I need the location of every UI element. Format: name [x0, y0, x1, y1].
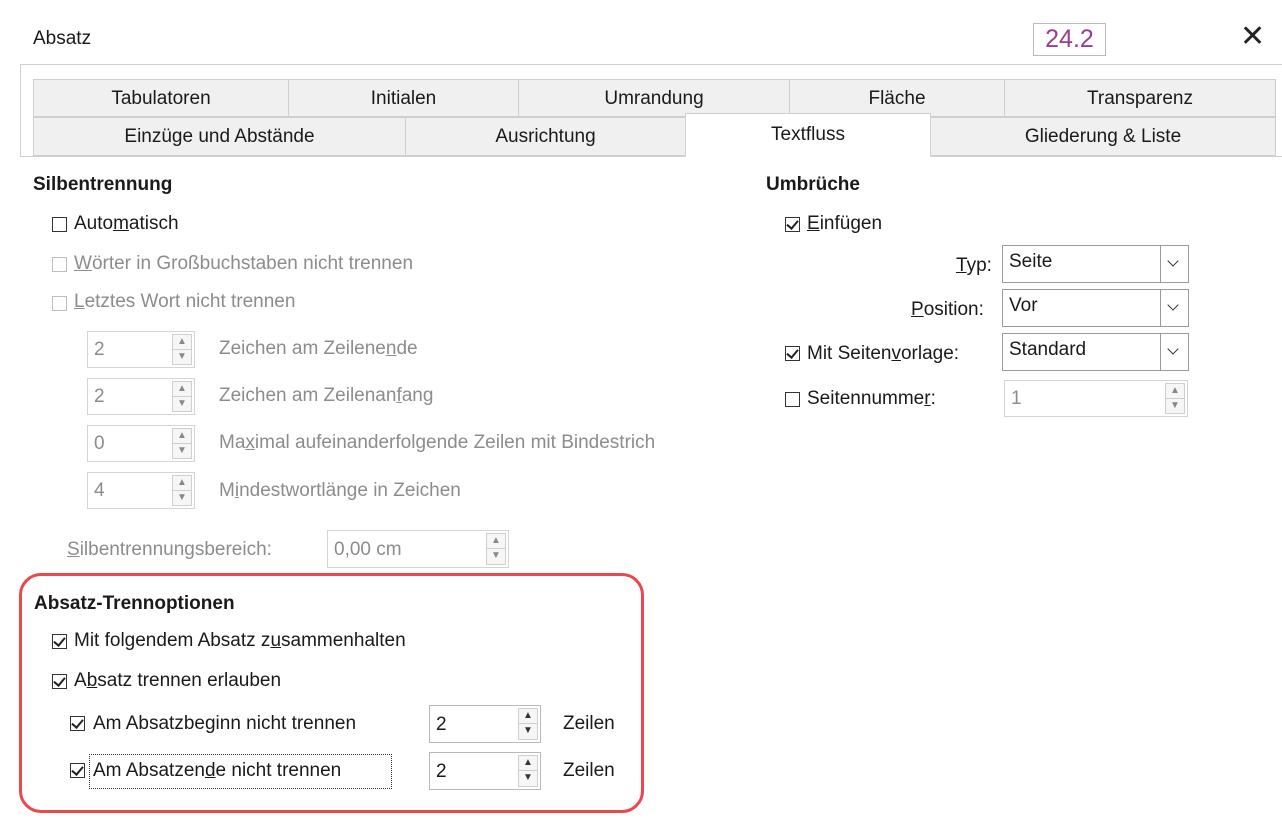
- version-badge: 24.2: [1033, 23, 1106, 56]
- spin-up-icon[interactable]: ▲: [173, 382, 191, 397]
- orphan-lines-spinner[interactable]: 2 ▲ ▼: [429, 705, 541, 743]
- tab-einzuege-und-abstaende[interactable]: Einzüge und Abstände: [33, 117, 406, 156]
- checkmark-icon: [53, 634, 66, 647]
- orphan-unit-label: Zeilen: [563, 713, 615, 734]
- break-position-label: Position:: [911, 299, 984, 320]
- page-number-label: Seitennummer:: [807, 388, 936, 409]
- chars-end-label: Zeichen am Zeilenende: [219, 338, 418, 359]
- spin-up-icon[interactable]: ▲: [1166, 384, 1184, 399]
- spin-up-icon[interactable]: ▲: [173, 476, 191, 491]
- break-type-dropdown[interactable]: Seite: [1002, 245, 1189, 283]
- page-number-checkbox[interactable]: [785, 392, 800, 407]
- tab-flaeche[interactable]: Fläche: [789, 79, 1005, 117]
- page-style-dropdown[interactable]: Standard: [1002, 333, 1189, 371]
- spin-up-icon[interactable]: ▲: [173, 429, 191, 444]
- checkmark-icon: [71, 716, 84, 729]
- chevron-down-icon[interactable]: [1160, 290, 1188, 326]
- chevron-down-icon[interactable]: [1160, 246, 1188, 282]
- break-position-dropdown[interactable]: Vor: [1002, 289, 1189, 327]
- hyphenation-zone-spinner[interactable]: 0,00 cm ▲ ▼: [327, 530, 509, 568]
- spin-down-icon[interactable]: ▼: [173, 397, 191, 412]
- spin-up-icon[interactable]: ▲: [173, 335, 191, 350]
- break-type-label: Typ:: [956, 255, 992, 276]
- widow-unit-label: Zeilen: [563, 760, 615, 781]
- automatic-hyphenation-checkbox[interactable]: [52, 217, 67, 232]
- checkmark-icon: [53, 674, 66, 687]
- chars-start-label: Zeichen am Zeilenanfang: [219, 385, 434, 406]
- hyphenation-zone-label: Silbentrennungsbereich:: [67, 539, 272, 560]
- spin-up-icon[interactable]: ▲: [519, 756, 537, 771]
- dialog-title: Absatz: [33, 28, 92, 49]
- widow-control-checkbox[interactable]: [70, 763, 85, 778]
- min-word-label: Mindestwortlänge in Zeichen: [219, 480, 461, 501]
- no-caps-checkbox[interactable]: [52, 257, 67, 272]
- allow-split-label: Absatz trennen erlauben: [74, 670, 282, 691]
- widow-control-label: Am Absatzende nicht trennen: [93, 760, 342, 781]
- spin-up-icon[interactable]: ▲: [519, 709, 537, 724]
- tab-umrandung[interactable]: Umrandung: [518, 79, 790, 117]
- orphan-control-checkbox[interactable]: [70, 716, 85, 731]
- chars-start-spinner[interactable]: 2 ▲ ▼: [87, 378, 195, 415]
- checkmark-icon: [786, 346, 799, 359]
- tab-initialen[interactable]: Initialen: [288, 79, 519, 117]
- spin-down-icon[interactable]: ▼: [487, 549, 505, 564]
- breaks-heading: Umbrüche: [766, 174, 860, 195]
- split-options-heading: Absatz-Trennoptionen: [34, 593, 235, 614]
- spin-down-icon[interactable]: ▼: [1166, 399, 1184, 414]
- spin-down-icon[interactable]: ▼: [519, 771, 537, 786]
- keep-with-next-checkbox[interactable]: [52, 634, 67, 649]
- keep-with-next-label: Mit folgendem Absatz zusammenhalten: [74, 630, 406, 651]
- automatic-hyphenation-label: Automatisch: [74, 213, 179, 234]
- tab-tabulatoren[interactable]: Tabulatoren: [33, 79, 289, 117]
- tab-textfluss[interactable]: Textfluss: [685, 113, 931, 157]
- no-last-word-label: Letztes Wort nicht trennen: [74, 291, 296, 312]
- max-lines-spinner[interactable]: 0 ▲ ▼: [87, 425, 195, 462]
- spin-up-icon[interactable]: ▲: [487, 534, 505, 549]
- page-style-checkbox[interactable]: [785, 346, 800, 361]
- min-word-spinner[interactable]: 4 ▲ ▼: [87, 472, 195, 509]
- no-last-word-checkbox[interactable]: [52, 296, 67, 311]
- widow-lines-spinner[interactable]: 2 ▲ ▼: [429, 752, 541, 790]
- orphan-control-label: Am Absatzbeginn nicht trennen: [93, 713, 357, 734]
- insert-break-label: Einfügen: [807, 213, 883, 234]
- hyphenation-heading: Silbentrennung: [33, 174, 173, 195]
- chevron-down-icon[interactable]: [1160, 334, 1188, 370]
- allow-split-checkbox[interactable]: [52, 674, 67, 689]
- spin-down-icon[interactable]: ▼: [519, 724, 537, 739]
- page-style-label: Mit Seitenvorlage:: [807, 343, 960, 364]
- page-number-spinner[interactable]: 1 ▲ ▼: [1004, 380, 1188, 417]
- tab-ausrichtung[interactable]: Ausrichtung: [405, 117, 686, 156]
- no-caps-label: Wörter in Großbuchstaben nicht trennen: [74, 253, 414, 274]
- checkmark-icon: [71, 763, 84, 776]
- tab-transparenz[interactable]: Transparenz: [1004, 79, 1276, 117]
- tab-gliederung-und-liste[interactable]: Gliederung & Liste: [930, 117, 1276, 156]
- spin-down-icon[interactable]: ▼: [173, 491, 191, 506]
- spin-down-icon[interactable]: ▼: [173, 444, 191, 459]
- checkmark-icon: [786, 217, 799, 230]
- chars-end-spinner[interactable]: 2 ▲ ▼: [87, 331, 195, 368]
- insert-break-checkbox[interactable]: [785, 217, 800, 232]
- close-icon[interactable]: ✕: [1240, 20, 1265, 54]
- spin-down-icon[interactable]: ▼: [173, 350, 191, 365]
- max-lines-label: Maximal aufeinanderfolgende Zeilen mit B…: [219, 432, 656, 453]
